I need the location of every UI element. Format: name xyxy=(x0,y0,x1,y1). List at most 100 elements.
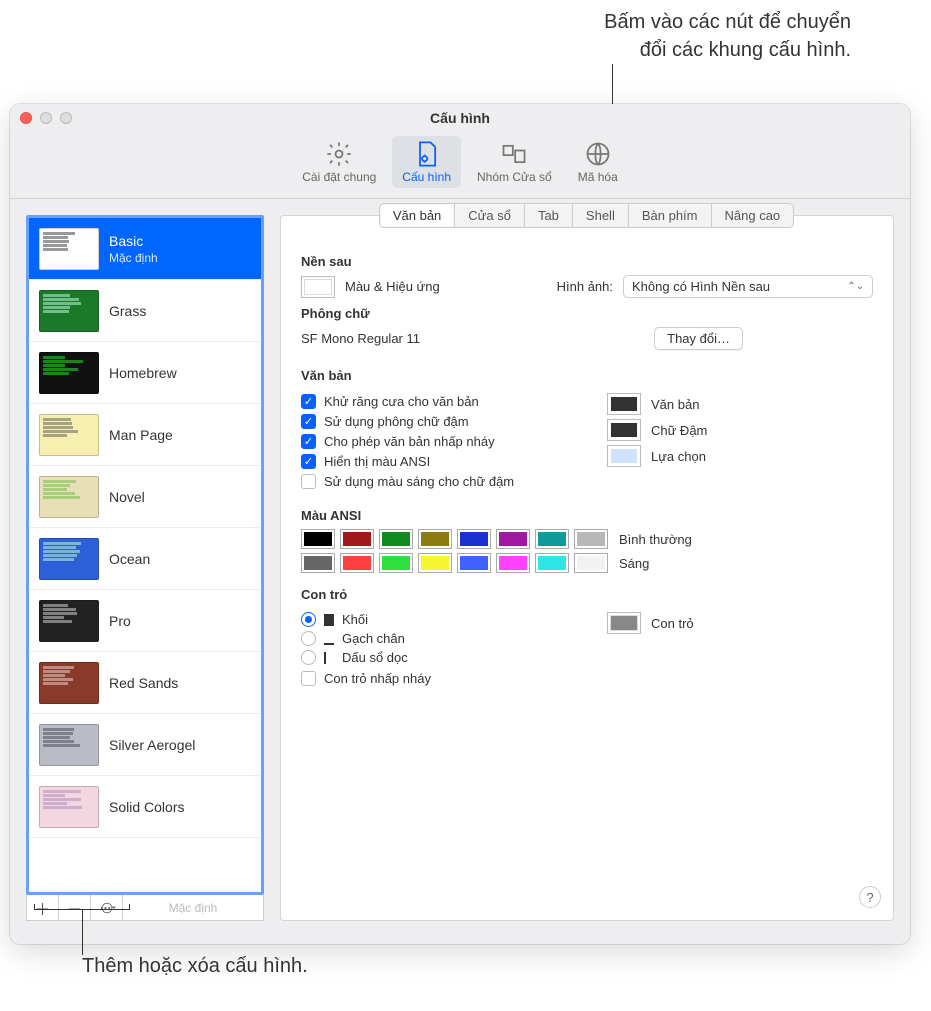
ansi-swatch[interactable] xyxy=(379,553,413,573)
section-font: Phông chữ xyxy=(301,306,873,321)
selection-color-well[interactable] xyxy=(607,445,641,467)
image-label: Hình ảnh: xyxy=(557,279,613,294)
profile-thumbnail xyxy=(39,290,99,332)
ansi-swatch[interactable] xyxy=(301,553,335,573)
panel-tab-1[interactable]: Cửa sổ xyxy=(454,203,525,228)
cursor-blink-check[interactable]: Con trỏ nhấp nháy xyxy=(301,671,567,686)
profile-item-grass[interactable]: Grass xyxy=(29,280,261,342)
profile-thumbnail xyxy=(39,476,99,518)
section-background: Nền sau xyxy=(301,254,873,269)
profile-name: Homebrew xyxy=(109,365,177,381)
panel-tab-0[interactable]: Văn bản xyxy=(379,203,455,228)
font-value: SF Mono Regular 11 xyxy=(301,331,420,346)
panel-tab-2[interactable]: Tab xyxy=(524,203,573,228)
ansi-bright-row: Sáng xyxy=(301,553,873,573)
settings-panel: Văn bảnCửa sổTabShellBàn phímNâng cao Nề… xyxy=(280,215,894,921)
ansi-swatch[interactable] xyxy=(418,553,452,573)
section-cursor: Con trỏ xyxy=(301,587,873,602)
profile-name: Novel xyxy=(109,489,145,505)
profile-thumbnail xyxy=(39,352,99,394)
profile-item-silver-aerogel[interactable]: Silver Aerogel xyxy=(29,714,261,776)
section-ansi: Màu ANSI xyxy=(301,508,873,523)
profile-item-novel[interactable]: Novel xyxy=(29,466,261,528)
panel-tab-4[interactable]: Bàn phím xyxy=(628,203,712,228)
panel-tab-5[interactable]: Nâng cao xyxy=(711,203,795,228)
profile-item-ocean[interactable]: Ocean xyxy=(29,528,261,590)
help-button[interactable]: ? xyxy=(859,886,881,908)
ansi-row-label: Sáng xyxy=(619,556,649,571)
profile-name: Silver Aerogel xyxy=(109,737,195,753)
ansi-swatch[interactable] xyxy=(301,529,335,549)
profile-list[interactable]: Basic Mặc định Grass Homebrew Man Page Novel O… xyxy=(26,215,264,895)
ansi-swatch[interactable] xyxy=(574,553,608,573)
ansi-swatch[interactable] xyxy=(496,529,530,549)
ansi-swatch[interactable] xyxy=(418,529,452,549)
callout-leader-bottom xyxy=(82,910,83,955)
profile-subtitle: Mặc định xyxy=(109,251,158,265)
background-color-well[interactable] xyxy=(301,276,335,298)
ansi-swatch[interactable] xyxy=(340,553,374,573)
ansi-swatch[interactable] xyxy=(496,553,530,573)
profile-thumbnail xyxy=(39,724,99,766)
check-bold-fonts[interactable]: ✓Sử dụng phông chữ đậm xyxy=(301,414,567,429)
profile-item-pro[interactable]: Pro xyxy=(29,590,261,652)
change-font-button[interactable]: Thay đổi… xyxy=(654,327,743,350)
document-gear-icon xyxy=(413,140,441,168)
profile-name: Ocean xyxy=(109,551,150,567)
ansi-swatch[interactable] xyxy=(379,529,413,549)
profile-name: Grass xyxy=(109,303,146,319)
globe-icon xyxy=(584,140,612,168)
color-effects-label: Màu & Hiệu ứng xyxy=(345,279,440,294)
callout-bottom: Thêm hoặc xóa cấu hình. xyxy=(82,955,308,978)
ansi-swatch[interactable] xyxy=(535,529,569,549)
profile-name: Basic xyxy=(109,233,158,249)
check-blink[interactable]: ✓Cho phép văn bản nhấp nháy xyxy=(301,434,567,449)
cursor-block-radio[interactable]: Khối xyxy=(301,612,567,627)
profile-thumbnail xyxy=(39,538,99,580)
toolbar: Cài đặt chung Cấu hình Nhóm Cửa sổ Mã hó… xyxy=(10,132,910,199)
sidebar: Basic Mặc định Grass Homebrew Man Page Novel O… xyxy=(26,215,264,921)
check-antialias[interactable]: ✓Khử răng cưa cho văn bản xyxy=(301,394,567,409)
ansi-swatch[interactable] xyxy=(457,553,491,573)
profile-name: Man Page xyxy=(109,427,173,443)
set-default-button[interactable]: Mặc định xyxy=(123,895,263,920)
check-bright-bold[interactable]: Sử dụng màu sáng cho chữ đậm xyxy=(301,474,567,489)
bold-color-well[interactable] xyxy=(607,419,641,441)
section-text: Văn bản xyxy=(301,368,873,383)
ansi-swatch[interactable] xyxy=(535,553,569,573)
profile-item-basic[interactable]: Basic Mặc định xyxy=(29,218,261,280)
toolbar-general[interactable]: Cài đặt chung xyxy=(292,136,386,188)
profile-item-solid-colors[interactable]: Solid Colors xyxy=(29,776,261,838)
gear-icon xyxy=(325,140,353,168)
profile-thumbnail xyxy=(39,228,99,270)
profile-name: Red Sands xyxy=(109,675,178,691)
window-title: Cấu hình xyxy=(10,110,910,126)
cursor-color-well[interactable] xyxy=(607,612,641,634)
profile-thumbnail xyxy=(39,414,99,456)
toolbar-window-groups[interactable]: Nhóm Cửa sổ xyxy=(467,136,562,188)
windows-icon xyxy=(500,140,528,168)
profile-thumbnail xyxy=(39,662,99,704)
profile-item-red-sands[interactable]: Red Sands xyxy=(29,652,261,714)
text-color-well[interactable] xyxy=(607,393,641,415)
panel-tab-3[interactable]: Shell xyxy=(572,203,629,228)
profile-name: Pro xyxy=(109,613,131,629)
toolbar-encodings[interactable]: Mã hóa xyxy=(568,136,628,188)
ansi-swatch[interactable] xyxy=(574,529,608,549)
chevron-updown-icon: ⌃⌄ xyxy=(847,281,864,292)
toolbar-profiles[interactable]: Cấu hình xyxy=(392,136,461,188)
ansi-swatch[interactable] xyxy=(457,529,491,549)
preferences-window: Cấu hình Cài đặt chung Cấu hình Nhóm Cửa… xyxy=(10,104,910,944)
ansi-swatch[interactable] xyxy=(340,529,374,549)
profile-name: Solid Colors xyxy=(109,799,184,815)
check-ansi[interactable]: ✓Hiển thị màu ANSI xyxy=(301,454,567,469)
background-image-select[interactable]: Không có Hình Nền sau ⌃⌄ xyxy=(623,275,873,298)
cursor-underline-radio[interactable]: Gạch chân xyxy=(301,631,567,646)
titlebar: Cấu hình xyxy=(10,104,910,132)
profile-thumbnail xyxy=(39,786,99,828)
cursor-bar-radio[interactable]: Dấu sổ dọc xyxy=(301,650,567,665)
callout-top: Bấm vào các nút để chuyển đổi các khung … xyxy=(604,8,851,64)
ansi-normal-row: Bình thường xyxy=(301,529,873,549)
profile-item-homebrew[interactable]: Homebrew xyxy=(29,342,261,404)
profile-item-man-page[interactable]: Man Page xyxy=(29,404,261,466)
